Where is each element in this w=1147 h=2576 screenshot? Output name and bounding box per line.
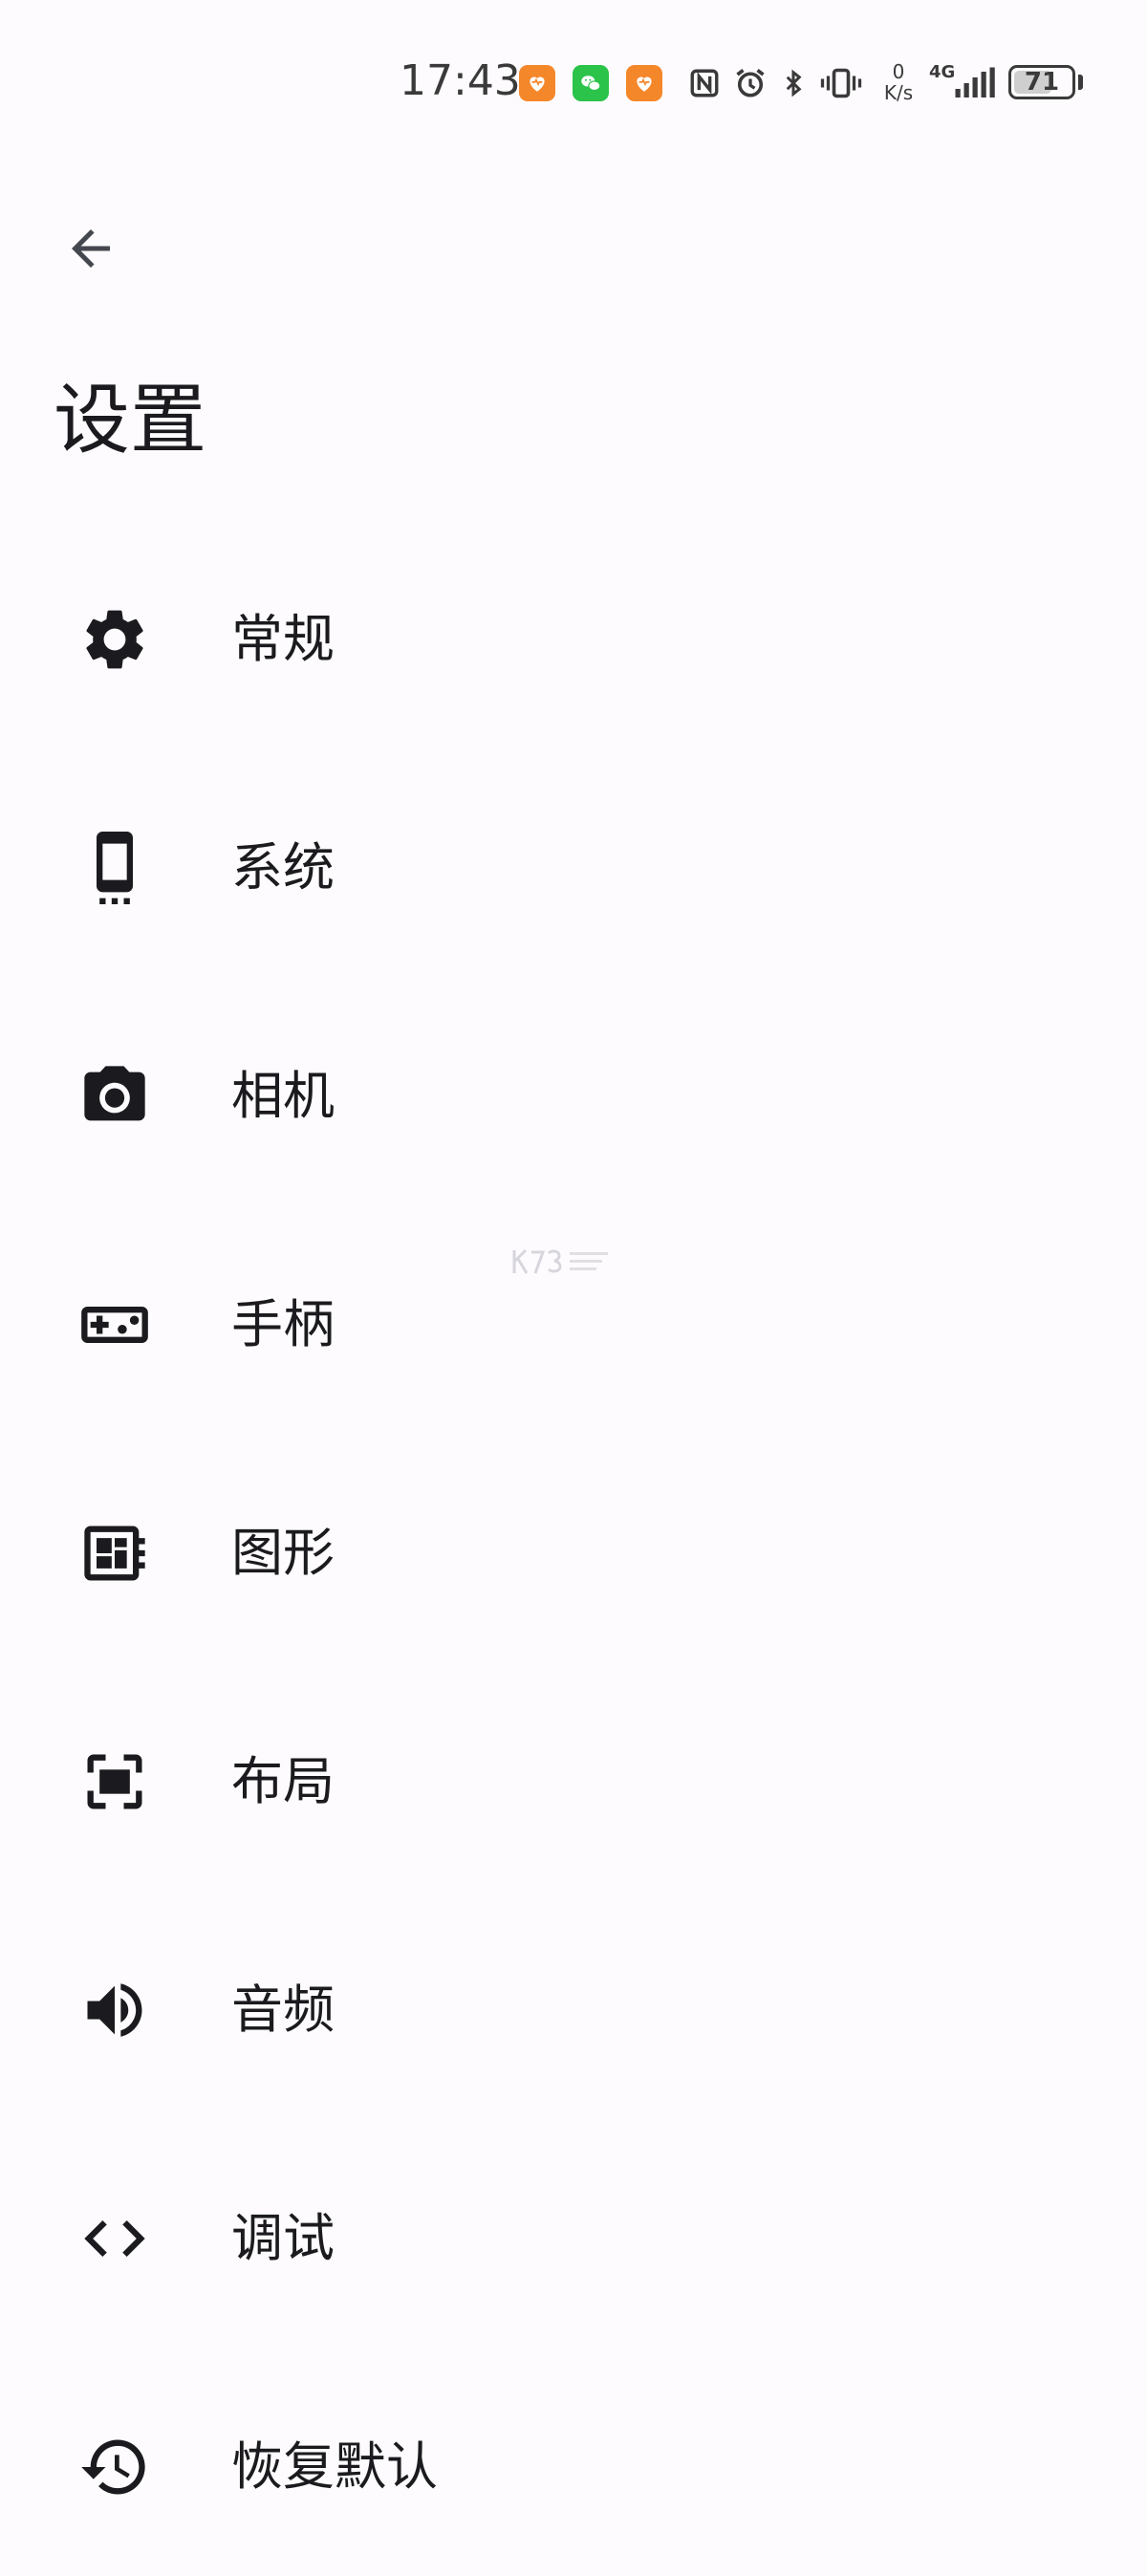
battery-level: 71 xyxy=(1024,68,1060,97)
setting-item-audio[interactable]: 音频 xyxy=(0,1891,1147,2119)
setting-item-label: 音频 xyxy=(231,1980,335,2040)
arrow-back-icon xyxy=(72,229,110,268)
setting-item-label: 恢复默认 xyxy=(231,2436,438,2497)
battery-indicator: 71 xyxy=(1008,65,1075,99)
nfc-icon xyxy=(686,61,723,105)
setting-item-label: 常规 xyxy=(231,609,335,669)
setting-item-label: 布局 xyxy=(231,1751,335,1811)
health-app-icon xyxy=(626,65,662,101)
setting-item-layout[interactable]: 布局 xyxy=(0,1662,1147,1891)
setting-item-label: 手柄 xyxy=(231,1294,335,1354)
wechat-icon xyxy=(573,65,609,101)
setting-item-gamepad[interactable]: 手柄 xyxy=(0,1205,1147,1434)
setting-item-label: 图形 xyxy=(231,1523,335,1583)
watermark-logo xyxy=(512,1248,608,1274)
phone-icon xyxy=(76,830,153,906)
code-icon xyxy=(76,2200,153,2277)
signal-icon xyxy=(951,61,997,105)
setting-item-label: 调试 xyxy=(231,2208,335,2268)
graphics-icon xyxy=(76,1515,153,1591)
status-bar: 17:43 0 K/s 4G 71 xyxy=(0,0,1147,134)
setting-item-label: 系统 xyxy=(231,837,335,898)
gear-icon xyxy=(76,601,153,678)
setting-item-debug[interactable]: 调试 xyxy=(0,2119,1147,2348)
status-time: 17:43 xyxy=(400,56,521,105)
battery-cap xyxy=(1078,75,1083,90)
health-app-icon xyxy=(519,65,555,101)
bluetooth-icon xyxy=(779,61,808,105)
camera-icon xyxy=(76,1058,153,1135)
network-speed: 0 K/s xyxy=(879,61,918,103)
vibrate-icon xyxy=(817,61,865,105)
setting-item-general[interactable]: 常规 xyxy=(0,520,1147,748)
setting-item-label: 相机 xyxy=(231,1066,335,1126)
network-speed-value: 0 xyxy=(892,60,905,83)
setting-item-system[interactable]: 系统 xyxy=(0,748,1147,977)
speaker-icon xyxy=(76,1972,153,2048)
setting-item-graphics[interactable]: 图形 xyxy=(0,1434,1147,1662)
settings-list: 常规 系统 相机 手柄 图形 布局 音频 调试 恢复默认 xyxy=(0,520,1147,2576)
network-speed-unit: K/s xyxy=(883,81,914,104)
page-title: 设置 xyxy=(54,376,206,465)
setting-item-camera[interactable]: 相机 xyxy=(0,977,1147,1205)
alarm-icon xyxy=(731,61,769,105)
layout-icon xyxy=(76,1743,153,1820)
back-button[interactable] xyxy=(48,206,134,292)
setting-item-restore-defaults[interactable]: 恢复默认 xyxy=(0,2348,1147,2576)
restore-icon xyxy=(76,2429,153,2505)
gamepad-icon xyxy=(76,1287,153,1363)
